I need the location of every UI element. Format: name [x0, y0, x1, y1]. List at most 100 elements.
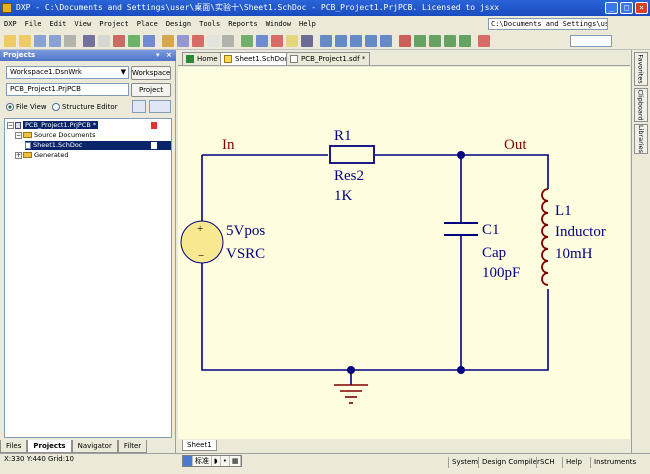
tab-favorites[interactable]: Favorites [634, 52, 648, 86]
toolbar-button-28[interactable] [429, 35, 441, 47]
toolbar-button-30[interactable] [459, 35, 471, 47]
toolbar-button-3[interactable] [34, 35, 46, 47]
toolbar-button-21[interactable] [320, 35, 332, 47]
c1-comment[interactable]: Cap [482, 245, 506, 261]
menu-window[interactable]: Window [262, 16, 295, 32]
workspace-combo[interactable]: Workspace1.DsnWrk ▼ [6, 66, 129, 79]
toolbar-button-18[interactable] [271, 35, 283, 47]
pin-icon[interactable]: ▾ [156, 51, 163, 59]
menu-dxp[interactable]: DXP [0, 16, 21, 32]
toolbar-button-24[interactable] [365, 35, 377, 47]
folder-dropdown-button[interactable] [149, 100, 171, 113]
ime-toolbar[interactable]: 标准 ◗ • ▦ [182, 455, 243, 467]
collapse-icon[interactable]: − [15, 131, 22, 139]
tab-clipboard[interactable]: Clipboard [634, 88, 648, 122]
project-button[interactable]: Project [131, 83, 171, 97]
toolbar-button-2[interactable] [19, 35, 31, 47]
maximize-button[interactable]: □ [620, 2, 633, 14]
toolbar-button-26[interactable] [399, 35, 411, 47]
menu-edit[interactable]: Edit [46, 16, 71, 32]
file-view-radio[interactable] [6, 103, 14, 111]
ime-keyboard-icon[interactable]: ▦ [230, 456, 242, 466]
close-button[interactable]: × [635, 2, 648, 14]
menu-tools[interactable]: Tools [195, 16, 224, 32]
toolbar-button-1[interactable] [4, 35, 16, 47]
toolbar-button-12[interactable] [177, 35, 189, 47]
ime-moon-icon[interactable]: ◗ [212, 456, 221, 466]
toolbar-button-15[interactable] [222, 35, 234, 47]
ground-symbol[interactable] [334, 384, 368, 404]
toolbar-button-25[interactable] [380, 35, 392, 47]
toolbar-button-9[interactable] [128, 35, 140, 47]
menu-design[interactable]: Design [162, 16, 195, 32]
toolbar-button-29[interactable] [444, 35, 456, 47]
toolbar-button-7[interactable] [98, 35, 110, 47]
toolbar-button-5[interactable] [64, 35, 76, 47]
wire-loop[interactable] [201, 154, 549, 371]
ime-icon[interactable] [183, 456, 193, 466]
workspace-button[interactable]: Workspace [131, 66, 171, 80]
menu-reports[interactable]: Reports [224, 16, 262, 32]
l1-comment[interactable]: Inductor [555, 224, 606, 240]
toolbar-button-11[interactable] [162, 35, 174, 47]
ime-dot-icon[interactable]: • [221, 456, 230, 466]
design-compiler-button[interactable]: Design Compiler [478, 457, 543, 468]
tab-sheet1-schdoc[interactable]: Sheet1.SchDoc [220, 52, 294, 65]
l1-value[interactable]: 10mH [555, 246, 593, 262]
toolbar-button-22[interactable] [335, 35, 347, 47]
sch-button[interactable]: SCH [536, 457, 558, 468]
toolbar-button-23[interactable] [350, 35, 362, 47]
system-button[interactable]: System [448, 457, 481, 468]
c1-designator[interactable]: C1 [482, 222, 500, 238]
toolbar-button-19[interactable] [286, 35, 298, 47]
menu-file[interactable]: File [21, 16, 46, 32]
expand-icon[interactable]: + [15, 151, 22, 159]
tab-navigator[interactable]: Navigator [71, 440, 118, 453]
horizontal-scroll-area[interactable] [176, 440, 630, 453]
source-value[interactable]: 5Vpos [226, 223, 265, 239]
tab-libraries[interactable]: Libraries [634, 124, 648, 154]
tab-projects[interactable]: Projects [27, 440, 72, 453]
tab-filter[interactable]: Filter [117, 440, 148, 453]
tree-item-generated[interactable]: + Generated [15, 151, 68, 160]
instruments-button[interactable]: Instruments [590, 457, 639, 468]
close-panel-icon[interactable]: × [166, 51, 173, 59]
toolbar-button-4[interactable] [49, 35, 61, 47]
tab-pcb-project-sdf[interactable]: PCB_Project1.sdf * [286, 52, 371, 65]
structure-editor-radio[interactable] [52, 103, 60, 111]
tree-item-sheet[interactable]: Sheet1.SchDoc [25, 141, 171, 150]
tree-item-project[interactable]: − PCB_Project1.PrjPCB * [7, 121, 171, 130]
net-label-in[interactable]: In [222, 137, 235, 153]
tab-home[interactable]: Home [182, 52, 223, 65]
zoom-combo[interactable] [570, 35, 612, 47]
r1-value[interactable]: 1K [334, 188, 353, 204]
toolbar-button-13[interactable] [192, 35, 204, 47]
project-icon-button[interactable] [132, 100, 146, 113]
toolbar-button-10[interactable] [143, 35, 155, 47]
resistor-symbol[interactable] [329, 145, 375, 164]
collapse-icon[interactable]: − [7, 121, 14, 129]
c1-value[interactable]: 100pF [482, 265, 520, 281]
minimize-button[interactable]: _ [605, 2, 618, 14]
menu-place[interactable]: Place [133, 16, 162, 32]
tree-item-source-documents[interactable]: − Source Documents [15, 131, 95, 140]
r1-designator[interactable]: R1 [334, 128, 352, 144]
toolbar-button-20[interactable] [301, 35, 313, 47]
source-type[interactable]: VSRC [226, 246, 265, 262]
toolbar-button-6[interactable] [83, 35, 95, 47]
r1-comment[interactable]: Res2 [334, 168, 364, 184]
toolbar-button-14[interactable] [207, 35, 219, 47]
toolbar-button-27[interactable] [414, 35, 426, 47]
tab-files[interactable]: Files [0, 440, 28, 453]
net-label-out[interactable]: Out [504, 137, 527, 153]
help-button[interactable]: Help [562, 457, 585, 468]
sheet-tab[interactable]: Sheet1 [182, 440, 217, 451]
toolbar-button-8[interactable] [113, 35, 125, 47]
toolbar-button-31[interactable] [478, 35, 490, 47]
schematic-canvas[interactable]: + − In Out R1 Res2 1K 5Vpos VSRC C1 Cap … [178, 67, 630, 439]
menu-view[interactable]: View [70, 16, 95, 32]
menu-help[interactable]: Help [295, 16, 320, 32]
ime-label[interactable]: 标准 [193, 456, 212, 466]
toolbar-button-16[interactable] [241, 35, 253, 47]
menu-project[interactable]: Project [95, 16, 133, 32]
